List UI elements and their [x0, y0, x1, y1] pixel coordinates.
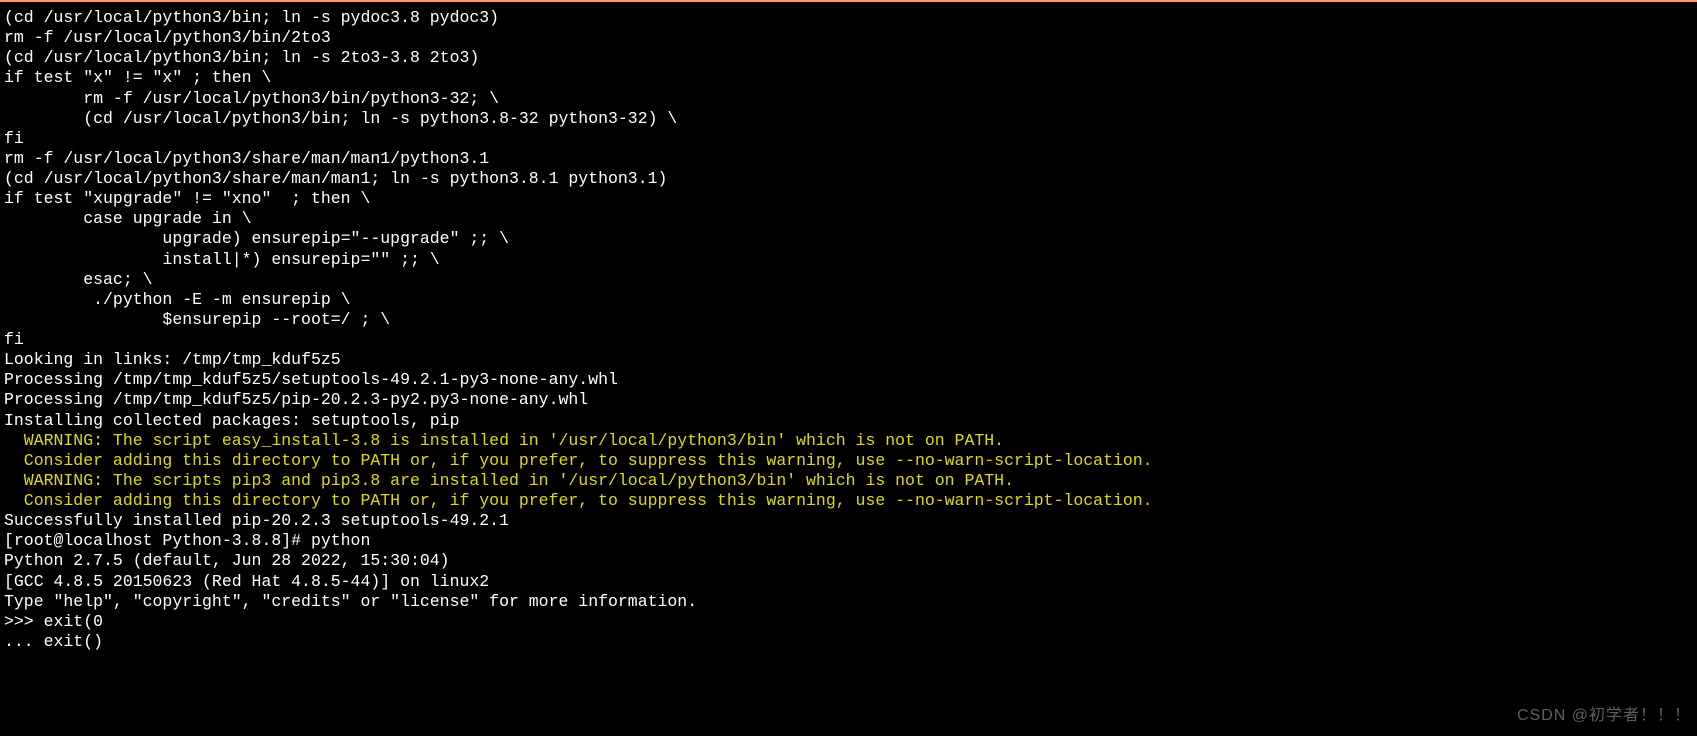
terminal-line: [root@localhost Python-3.8.8]# python [4, 531, 1693, 551]
terminal-line: (cd /usr/local/python3/share/man/man1; l… [4, 169, 1693, 189]
terminal-line: fi [4, 129, 1693, 149]
terminal-line: Type "help", "copyright", "credits" or "… [4, 592, 1693, 612]
terminal-line: Looking in links: /tmp/tmp_kduf5z5 [4, 350, 1693, 370]
terminal-line: $ensurepip --root=/ ; \ [4, 310, 1693, 330]
csdn-watermark: CSDN @初学者！！！ [1517, 706, 1691, 726]
terminal-line: if test "x" != "x" ; then \ [4, 68, 1693, 88]
terminal-line: [GCC 4.8.5 20150623 (Red Hat 4.8.5-44)] … [4, 572, 1693, 592]
terminal-line: rm -f /usr/local/python3/bin/python3-32;… [4, 89, 1693, 109]
terminal-line: upgrade) ensurepip="--upgrade" ;; \ [4, 229, 1693, 249]
terminal-line: rm -f /usr/local/python3/bin/2to3 [4, 28, 1693, 48]
terminal-line: Processing /tmp/tmp_kduf5z5/pip-20.2.3-p… [4, 390, 1693, 410]
terminal-line: (cd /usr/local/python3/bin; ln -s pydoc3… [4, 8, 1693, 28]
terminal-line: Consider adding this directory to PATH o… [4, 451, 1693, 471]
terminal-line: (cd /usr/local/python3/bin; ln -s python… [4, 109, 1693, 129]
terminal-line: WARNING: The scripts pip3 and pip3.8 are… [4, 471, 1693, 491]
terminal-output[interactable]: (cd /usr/local/python3/bin; ln -s pydoc3… [4, 8, 1693, 652]
terminal-line: Processing /tmp/tmp_kduf5z5/setuptools-4… [4, 370, 1693, 390]
terminal-line: Consider adding this directory to PATH o… [4, 491, 1693, 511]
terminal-line: Successfully installed pip-20.2.3 setupt… [4, 511, 1693, 531]
terminal-line: Python 2.7.5 (default, Jun 28 2022, 15:3… [4, 551, 1693, 571]
terminal-line: if test "xupgrade" != "xno" ; then \ [4, 189, 1693, 209]
terminal-line: install|*) ensurepip="" ;; \ [4, 250, 1693, 270]
terminal-line: Installing collected packages: setuptool… [4, 411, 1693, 431]
terminal-line: >>> exit(0 [4, 612, 1693, 632]
terminal-line: fi [4, 330, 1693, 350]
terminal-line: esac; \ [4, 270, 1693, 290]
terminal-line: rm -f /usr/local/python3/share/man/man1/… [4, 149, 1693, 169]
terminal-line: ./python -E -m ensurepip \ [4, 290, 1693, 310]
terminal-line: WARNING: The script easy_install-3.8 is … [4, 431, 1693, 451]
terminal-line: case upgrade in \ [4, 209, 1693, 229]
terminal-line: (cd /usr/local/python3/bin; ln -s 2to3-3… [4, 48, 1693, 68]
terminal-line: ... exit() [4, 632, 1693, 652]
